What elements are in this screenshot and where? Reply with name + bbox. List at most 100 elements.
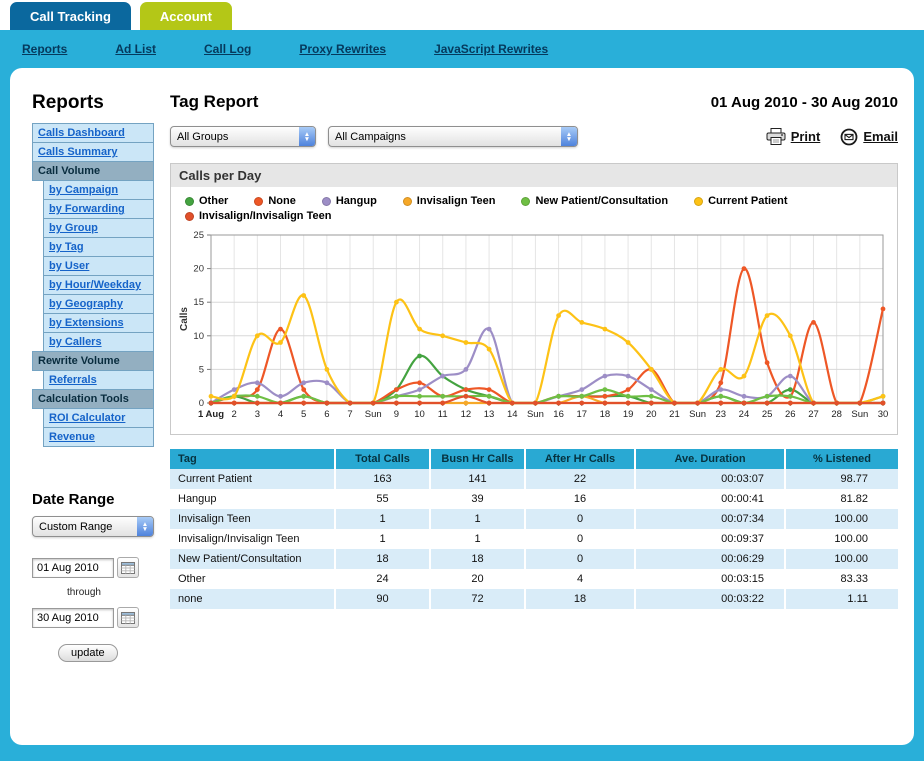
- date-range-heading: Date Range: [32, 491, 154, 508]
- groups-select-value: All Groups: [171, 131, 299, 143]
- column-header-total-calls: Total Calls: [335, 449, 430, 469]
- sidebar-link-label: by Campaign: [49, 184, 118, 196]
- sidebar-item-revenue[interactable]: Revenue: [43, 427, 154, 447]
- sidebar-item-by-forwarding[interactable]: by Forwarding: [43, 199, 154, 219]
- tag-report-table: TagTotal CallsBusn Hr CallsAfter Hr Call…: [170, 449, 898, 609]
- cell-tag: Current Patient: [170, 469, 335, 489]
- svg-text:20: 20: [646, 409, 657, 420]
- legend-item-other: Other: [185, 195, 228, 207]
- legend-label: New Patient/Consultation: [535, 195, 668, 207]
- legend-label: Invisalign/Invisalign Teen: [199, 210, 331, 222]
- chart-panel-body: OtherNoneHangupInvisalign TeenNew Patien…: [171, 187, 897, 434]
- sidebar-link-label: Calls Summary: [38, 146, 117, 158]
- legend-item-invisalign-teen: Invisalign Teen: [403, 195, 496, 207]
- nav-link-call-log[interactable]: Call Log: [204, 42, 251, 56]
- nav-link-ad-list[interactable]: Ad List: [115, 42, 156, 56]
- table-row-none: none90721800:03:221.11: [170, 589, 898, 609]
- cell-busn-hr-calls: 141: [430, 469, 525, 489]
- cell-after-hr-calls: 0: [525, 509, 635, 529]
- column-header-ave-duration: Ave. Duration: [635, 449, 785, 469]
- through-label: through: [32, 587, 136, 598]
- svg-text:Sun: Sun: [851, 409, 868, 420]
- svg-text:19: 19: [623, 409, 634, 420]
- cell-ave-duration: 00:06:29: [635, 549, 785, 569]
- sidebar-item-by-campaign[interactable]: by Campaign: [43, 180, 154, 200]
- cell-total-calls: 90: [335, 589, 430, 609]
- email-action[interactable]: Email: [840, 128, 898, 146]
- calendar-from-button[interactable]: [117, 557, 139, 578]
- page-title: Tag Report: [170, 92, 258, 112]
- date-from-input[interactable]: [32, 558, 114, 578]
- calendar-icon: [121, 611, 135, 624]
- cell-total-calls: 24: [335, 569, 430, 589]
- svg-text:23: 23: [716, 409, 727, 420]
- select-arrows-icon: ▲▼: [137, 517, 153, 536]
- nav-link-proxy-rewrites[interactable]: Proxy Rewrites: [299, 42, 386, 56]
- sidebar-item-by-callers[interactable]: by Callers: [43, 332, 154, 352]
- legend-dot: [185, 197, 194, 206]
- campaigns-select[interactable]: All Campaigns ▲▼: [328, 126, 578, 147]
- table-row-hangup: Hangup55391600:00:4181.82: [170, 489, 898, 509]
- legend-row: OtherNoneHangupInvisalign TeenNew Patien…: [185, 195, 891, 207]
- tab-account[interactable]: Account: [140, 2, 232, 30]
- column-header-after-hr-calls: After Hr Calls: [525, 449, 635, 469]
- column-header-listened: % Listened: [785, 449, 898, 469]
- sidebar-link-label: by Hour/Weekday: [49, 279, 141, 291]
- date-range-preset-value: Custom Range: [33, 521, 137, 533]
- report-actions: Print Email: [766, 128, 898, 146]
- svg-text:18: 18: [600, 409, 611, 420]
- svg-text:10: 10: [193, 331, 204, 342]
- sidebar-item-by-user[interactable]: by User: [43, 256, 154, 276]
- calendar-to-button[interactable]: [117, 607, 139, 628]
- table-row-other: Other2420400:03:1583.33: [170, 569, 898, 589]
- sidebar-item-by-extensions[interactable]: by Extensions: [43, 313, 154, 333]
- groups-select[interactable]: All Groups ▲▼: [170, 126, 316, 147]
- tab-call-tracking[interactable]: Call Tracking: [10, 2, 131, 30]
- sidebar-item-by-tag[interactable]: by Tag: [43, 237, 154, 257]
- svg-text:5: 5: [199, 364, 204, 375]
- chart-title: Calls per Day: [171, 164, 897, 187]
- svg-text:2: 2: [232, 409, 237, 420]
- sidebar-item-referrals[interactable]: Referrals: [43, 370, 154, 390]
- cell-total-calls: 1: [335, 509, 430, 529]
- cell-total-calls: 55: [335, 489, 430, 509]
- legend-dot: [403, 197, 412, 206]
- svg-text:Sun: Sun: [365, 409, 382, 420]
- svg-text:Sun: Sun: [527, 409, 544, 420]
- sidebar-item-calls-dashboard[interactable]: Calls Dashboard: [32, 123, 154, 143]
- sidebar-link-label: Revenue: [49, 431, 95, 443]
- nav-link-javascript-rewrites[interactable]: JavaScript Rewrites: [434, 42, 548, 56]
- sidebar-item-by-group[interactable]: by Group: [43, 218, 154, 238]
- sidebar-item-calls-summary[interactable]: Calls Summary: [32, 142, 154, 162]
- legend-item-invisalign-invisalign-teen: Invisalign/Invisalign Teen: [185, 210, 331, 222]
- cell-after-hr-calls: 22: [525, 469, 635, 489]
- main-content: Tag Report 01 Aug 2010 - 30 Aug 2010 All…: [170, 82, 898, 745]
- cell-ave-duration: 00:03:07: [635, 469, 785, 489]
- svg-text:4: 4: [278, 409, 283, 420]
- legend-label: None: [268, 195, 296, 207]
- update-button[interactable]: update: [58, 644, 118, 662]
- cell-ave-duration: 00:00:41: [635, 489, 785, 509]
- svg-text:10: 10: [414, 409, 425, 420]
- sidebar-item-by-hour-weekday[interactable]: by Hour/Weekday: [43, 275, 154, 295]
- sidebar-item-by-geography[interactable]: by Geography: [43, 294, 154, 314]
- svg-text:Calls: Calls: [179, 307, 190, 331]
- date-to-row: [32, 607, 154, 628]
- legend-dot: [185, 212, 194, 221]
- table-row-current-patient: Current Patient1631412200:03:0798.77: [170, 469, 898, 489]
- select-arrows-icon: ▲▼: [561, 127, 577, 146]
- sidebar-item-roi-calculator[interactable]: ROI Calculator: [43, 408, 154, 428]
- svg-text:27: 27: [808, 409, 819, 420]
- cell-busn-hr-calls: 20: [430, 569, 525, 589]
- cell-listened: 100.00: [785, 529, 898, 549]
- svg-text:25: 25: [762, 409, 773, 420]
- cell-ave-duration: 00:03:15: [635, 569, 785, 589]
- print-action[interactable]: Print: [766, 128, 821, 145]
- cell-busn-hr-calls: 72: [430, 589, 525, 609]
- date-to-input[interactable]: [32, 608, 114, 628]
- calls-per-day-plot: 05101520251 Aug234567Sun91011121314Sun16…: [177, 225, 891, 427]
- date-range-preset-select[interactable]: Custom Range ▲▼: [32, 516, 154, 537]
- nav-link-reports[interactable]: Reports: [22, 42, 67, 56]
- cell-busn-hr-calls: 18: [430, 549, 525, 569]
- printer-icon: [766, 128, 786, 145]
